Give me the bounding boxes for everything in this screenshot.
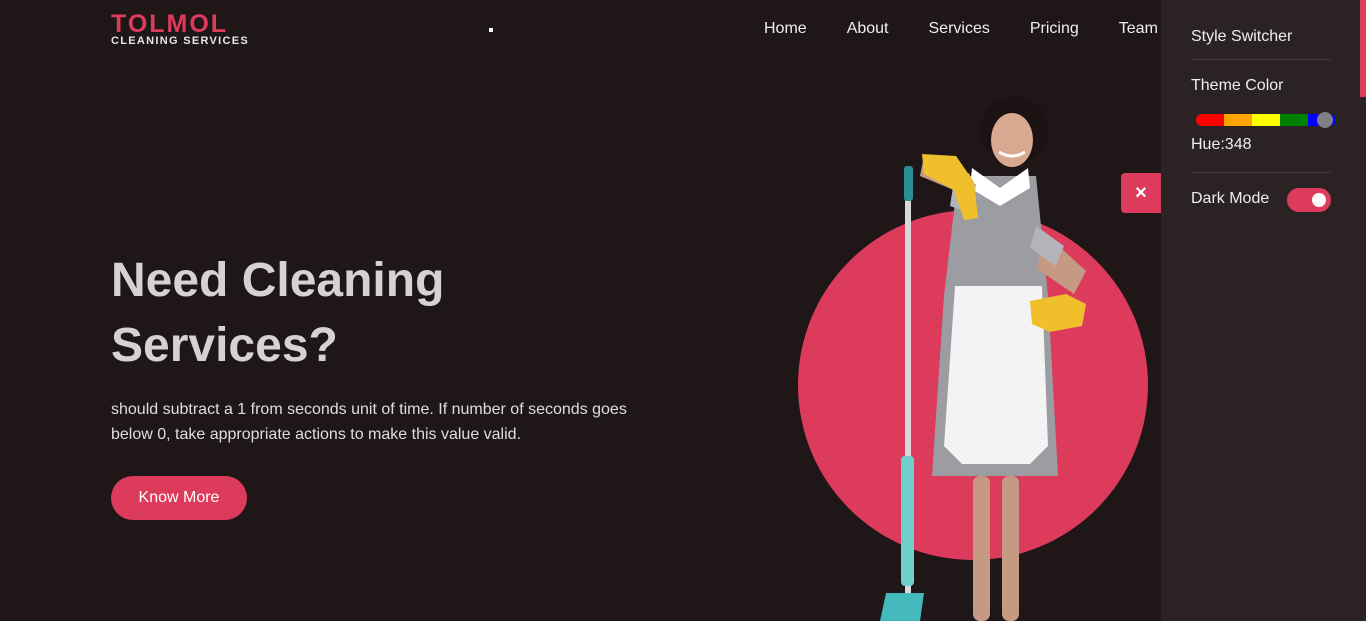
know-more-button[interactable]: Know More bbox=[111, 476, 247, 520]
nav-item-team[interactable]: Team bbox=[1119, 20, 1158, 38]
hue-slider-thumb[interactable] bbox=[1316, 112, 1333, 128]
decorative-dot bbox=[489, 28, 493, 32]
dark-mode-label: Dark Mode bbox=[1191, 190, 1270, 207]
divider bbox=[1191, 172, 1331, 173]
main-nav: Home About Services Pricing Team bbox=[764, 20, 1198, 38]
style-switcher-title: Style Switcher bbox=[1191, 28, 1293, 45]
hue-value-label: Hue:348 bbox=[1191, 136, 1252, 153]
close-icon: × bbox=[1135, 181, 1147, 204]
nav-item-home[interactable]: Home bbox=[764, 20, 807, 38]
logo[interactable]: TOLMOL CLEANING SERVICES bbox=[111, 10, 250, 48]
nav-item-about[interactable]: About bbox=[847, 20, 889, 38]
cleaner-with-mop-image bbox=[880, 96, 1086, 621]
dark-mode-toggle-knob bbox=[1312, 193, 1326, 207]
dark-mode-toggle[interactable] bbox=[1287, 188, 1331, 212]
divider bbox=[1191, 59, 1331, 60]
hero-title: Need Cleaning Services? bbox=[111, 254, 445, 372]
logo-title: TOLMOL bbox=[111, 10, 229, 38]
scrollbar-thumb[interactable] bbox=[1360, 0, 1366, 97]
nav-item-services[interactable]: Services bbox=[929, 20, 990, 38]
style-switcher-panel: Style Switcher Theme Color Hue:348 Dark … bbox=[1161, 0, 1366, 621]
hue-slider[interactable] bbox=[1196, 112, 1336, 128]
close-switcher-button[interactable]: × bbox=[1121, 173, 1161, 213]
logo-subtitle: CLEANING SERVICES bbox=[111, 35, 250, 47]
nav-item-pricing[interactable]: Pricing bbox=[1030, 20, 1079, 38]
hero-description: should subtract a 1 from seconds unit of… bbox=[111, 401, 627, 443]
theme-color-label: Theme Color bbox=[1191, 77, 1284, 94]
